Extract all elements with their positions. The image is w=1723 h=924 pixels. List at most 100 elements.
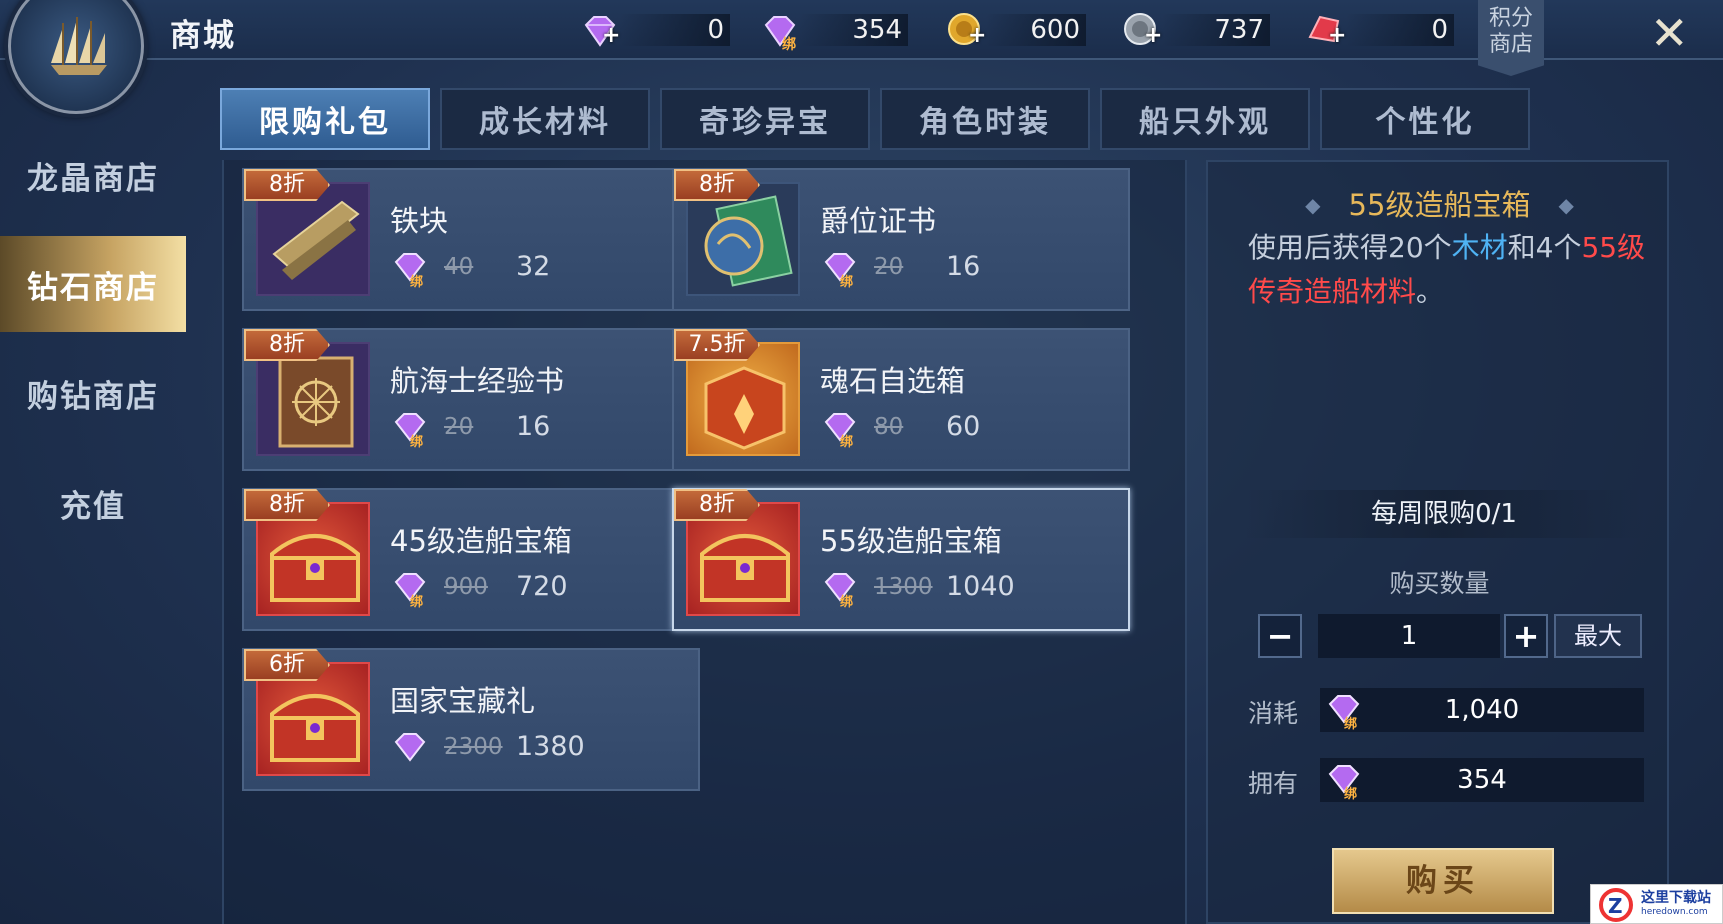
red-crystal-count: 0 [1431,15,1448,45]
sale-price: 1040 [946,571,1015,602]
bound-diamond-icon: 绑 [1328,765,1360,800]
add-silver-button[interactable]: + [1144,23,1162,48]
tab-ship-appearance[interactable]: 船只外观 [1100,88,1310,150]
svg-text:Z: Z [1608,894,1623,918]
add-crystal-button[interactable]: + [1328,23,1346,48]
svg-text:绑: 绑 [840,434,853,448]
max-quantity-button[interactable]: 最大 [1554,614,1642,658]
item-name: 55级造船宝箱 [820,524,1002,558]
item-name: 爵位证书 [820,204,937,238]
currency-silver: + 737 [1120,11,1270,48]
original-price: 1300 [874,574,933,600]
shop-item-card[interactable]: 8折 45级造船宝箱 绑 900 720 [242,488,700,631]
bound-diamond-icon: 绑 [824,413,856,448]
sale-price: 720 [516,571,568,602]
buy-button[interactable]: 购买 [1332,848,1554,914]
shop-item-card[interactable]: 7.5折 魂石自选箱 绑 80 60 [672,328,1130,471]
discount-badge: 6折 [244,649,330,681]
shop-item-card[interactable]: 6折 国家宝藏礼 2300 1380 [242,648,700,791]
original-price: 20 [874,254,904,280]
close-icon[interactable]: ✕ [1650,10,1689,56]
sidebar-item-buy-diamond-shop[interactable]: 购钻商店 [0,338,186,448]
svg-text:绑: 绑 [782,36,796,53]
item-detail-panel: ◆ 55级造船宝箱 ◆ 使用后获得20个木材和4个55级传奇造船材料。 每周限购0/… [1206,160,1669,924]
silver-count: 737 [1214,15,1264,45]
tab-character-costumes[interactable]: 角色时装 [880,88,1090,150]
watermark-title: 这里下载站 [1641,890,1711,906]
bound-diamond-icon: 绑 [824,573,856,608]
currency-diamond: + 0 [578,11,730,48]
item-name: 魂石自选箱 [820,364,966,398]
original-price: 40 [444,254,474,280]
original-price: 2300 [444,734,503,760]
detail-description: 使用后获得20个木材和4个55级传奇造船材料。 [1248,226,1648,314]
bound-diamond-icon: 绑 [394,253,426,288]
svg-text:绑: 绑 [840,594,853,608]
desc-text: 。 [1416,275,1445,308]
cost-row: 消耗 1,040 绑 [1248,688,1644,732]
desc-highlight-blue: 木材 [1451,231,1508,264]
sidebar-item-longjing-shop[interactable]: 龙晶商店 [0,120,186,230]
weekly-limit: 每周限购0/1 [1244,490,1644,538]
sale-price: 60 [946,411,981,442]
svg-text:绑: 绑 [410,274,423,288]
sidebar-item-recharge[interactable]: 充值 [0,448,186,558]
diamond-icon [394,733,426,762]
desc-text: 使用后获得20个 [1248,231,1452,264]
tab-rare-treasures[interactable]: 奇珍异宝 [660,88,870,150]
tab-personalization[interactable]: 个性化 [1320,88,1530,150]
discount-badge: 8折 [674,489,760,521]
shop-item-card[interactable]: 8折 航海士经验书 绑 20 16 [242,328,700,471]
points-shop-button[interactable]: 积分 商店 [1478,0,1544,76]
discount-badge: 8折 [674,169,760,201]
item-list: 8折 铁块 绑 40 32 8折 爵位证书 绑 20 16 8折 航海士经验书 … [222,160,1187,924]
sale-price: 16 [516,411,551,442]
shop-item-card[interactable]: 8折 爵位证书 绑 20 16 [672,168,1130,311]
sailing-ship-icon [51,17,107,75]
sidebar-item-label: 充值 [60,488,126,525]
ship-logo [8,0,144,114]
owned-value: 354 [1320,758,1644,802]
detail-title: ◆ 55级造船宝箱 ◆ [1208,182,1671,224]
sale-price: 32 [516,251,551,282]
quantity-label: 购买数量 [1389,569,1490,598]
sale-price: 1380 [516,731,585,762]
sidebar-item-diamond-shop[interactable]: 钻石商店 [0,236,186,332]
shop-item-card[interactable]: 8折 铁块 绑 40 32 [242,168,700,311]
increase-quantity-button[interactable]: + [1504,614,1548,658]
shop-item-card-selected[interactable]: 8折 55级造船宝箱 绑 1300 1040 [672,488,1130,631]
svg-text:绑: 绑 [410,434,423,448]
svg-text:绑: 绑 [1344,716,1357,730]
tab-limited-packs[interactable]: 限购礼包 [220,88,430,150]
sidebar: 龙晶商店 钻石商店 购钻商店 充值 [0,120,186,558]
bound-diamond-icon: 绑 [394,413,426,448]
item-name: 45级造船宝箱 [390,524,572,558]
watermark-logo-icon: Z [1599,888,1633,922]
tab-growth-materials[interactable]: 成长材料 [440,88,650,150]
svg-text:绑: 绑 [840,274,853,288]
watermark: Z 这里下载站 heredown.com [1590,884,1723,924]
item-name: 国家宝藏礼 [390,684,536,718]
bound-diamond-count: 354 [852,15,902,45]
svg-text:绑: 绑 [410,594,423,608]
currency-red-crystal: + 0 [1304,11,1454,48]
top-bar: 商城 + 0 绑 354 + 600 + 737 + 0 积分 商店 ✕ [0,0,1723,114]
item-name: 铁块 [390,204,449,238]
bound-diamond-icon: 绑 [394,573,426,608]
sidebar-item-label: 钻石商店 [27,269,159,306]
category-tabs: 限购礼包 成长材料 奇珍异宝 角色时装 船只外观 个性化 [220,88,1530,150]
diamond-ornament-icon: ◆ [1305,193,1321,217]
svg-text:绑: 绑 [1344,786,1357,800]
cost-value: 1,040 [1320,688,1644,732]
discount-badge: 8折 [244,169,330,201]
bound-diamond-icon: 绑 [764,16,796,53]
detail-title-text: 55级造船宝箱 [1348,188,1531,222]
diamond-count: 0 [707,15,724,45]
decrease-quantity-button[interactable]: − [1258,614,1302,658]
discount-badge: 8折 [244,489,330,521]
gold-count: 600 [1030,15,1080,45]
item-name: 航海士经验书 [390,364,565,398]
quantity-field[interactable]: 1 [1318,614,1500,658]
add-diamond-button[interactable]: + [602,23,620,48]
add-gold-button[interactable]: + [968,23,986,48]
